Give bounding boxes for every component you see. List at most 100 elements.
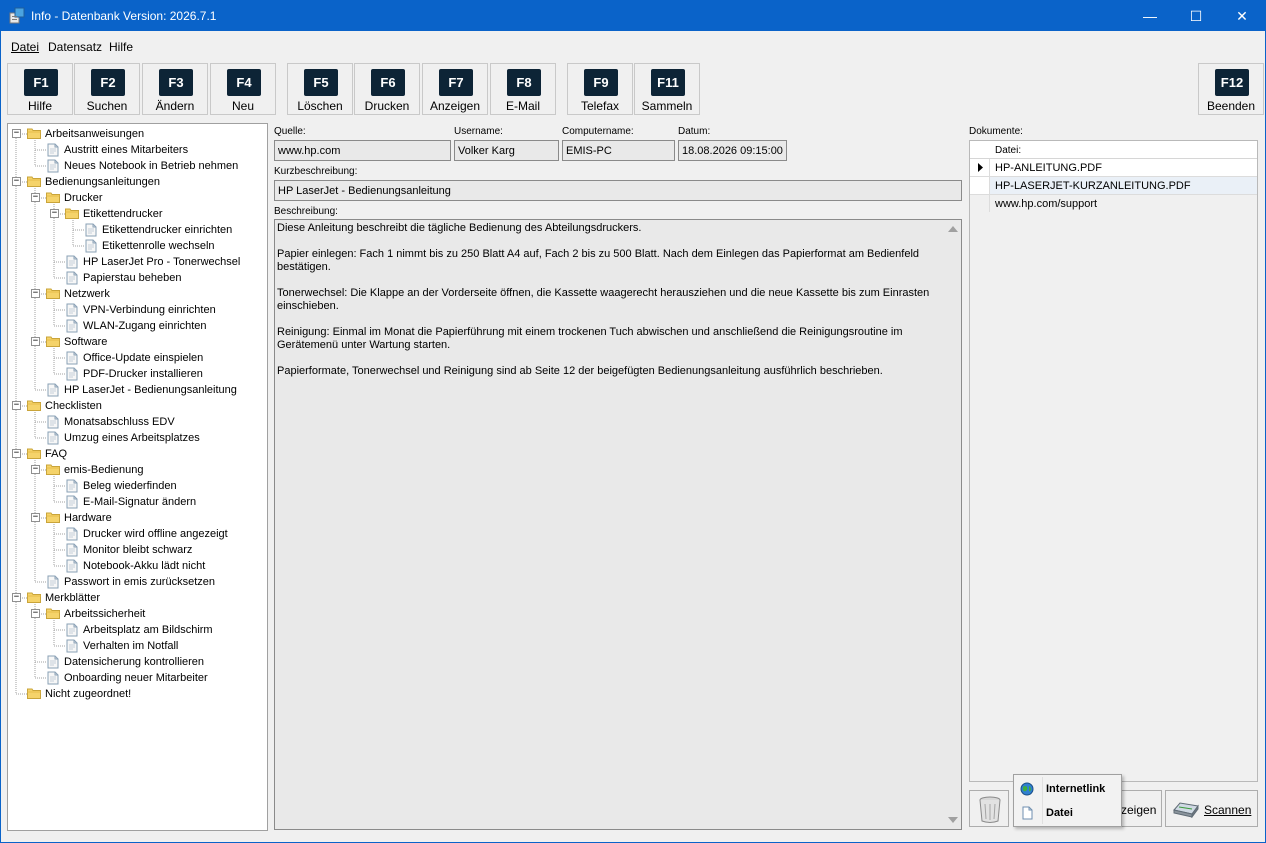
tree-document-node[interactable]: Arbeitsplatz am Bildschirm — [8, 622, 267, 638]
menu-datensatz[interactable]: Datensatz — [48, 40, 102, 54]
tree-folder-node[interactable]: − Bedienungsanleitungen — [8, 174, 267, 190]
document-icon — [66, 367, 78, 381]
tree-folder-node[interactable]: − emis-Bedienung — [8, 462, 267, 478]
tree-folder-node[interactable]: Nicht zugeordnet! — [8, 686, 267, 702]
quelle-field[interactable]: www.hp.com — [274, 140, 451, 161]
tree-folder-node[interactable]: − Arbeitsanweisungen — [8, 126, 267, 142]
tree-folder-node[interactable]: − Checklisten — [8, 398, 267, 414]
category-tree[interactable]: − Arbeitsanweisungen Austritt eines Mitarb… — [7, 123, 268, 831]
tree-folder-node[interactable]: − Etikettendrucker — [8, 206, 267, 222]
tree-folder-node[interactable]: − Software — [8, 334, 267, 350]
f7-anzeigen-button[interactable]: F7 Anzeigen — [422, 63, 488, 115]
folder-icon — [27, 127, 41, 139]
menu-hilfe[interactable]: Hilfe — [109, 40, 133, 54]
computername-field[interactable]: EMIS-PC — [562, 140, 675, 161]
f2-suchen-button[interactable]: F2 Suchen — [74, 63, 140, 115]
beschreibung-scrollbar[interactable] — [944, 220, 961, 829]
tree-document-node[interactable]: Neues Notebook in Betrieb nehmen — [8, 158, 267, 174]
document-file: www.hp.com/support — [995, 198, 1098, 210]
collapse-toggle-icon[interactable]: − — [50, 209, 59, 218]
scroll-up-icon[interactable] — [948, 226, 958, 232]
tree-document-node[interactable]: Beleg wiederfinden — [8, 478, 267, 494]
tree-folder-node[interactable]: − Drucker — [8, 190, 267, 206]
tree-document-node[interactable]: WLAN-Zugang einrichten — [8, 318, 267, 334]
popup-item-label: Datei — [1046, 807, 1073, 819]
globe-icon — [1020, 782, 1034, 796]
tree-document-node[interactable]: Etikettenrolle wechseln — [8, 238, 267, 254]
close-button[interactable]: ✕ — [1219, 1, 1265, 31]
tree-document-node[interactable]: Office-Update einspielen — [8, 350, 267, 366]
document-row[interactable]: www.hp.com/support — [970, 195, 1257, 213]
tree-document-node[interactable]: Monitor bleibt schwarz — [8, 542, 267, 558]
tree-document-node[interactable]: HP LaserJet - Bedienungsanleitung — [8, 382, 267, 398]
popup-item-datei[interactable]: Datei — [1014, 801, 1121, 825]
collapse-toggle-icon[interactable]: − — [12, 593, 21, 602]
datum-field[interactable]: 18.08.2026 09:15:00 — [678, 140, 787, 161]
tree-node-label: Neues Notebook in Betrieb nehmen — [64, 160, 239, 172]
tree-document-node[interactable]: Monatsabschluss EDV — [8, 414, 267, 430]
tree-document-node[interactable]: Umzug eines Arbeitsplatzes — [8, 430, 267, 446]
f12-beenden-button[interactable]: F12 Beenden — [1198, 63, 1264, 115]
collapse-toggle-icon[interactable]: − — [31, 337, 40, 346]
tree-document-node[interactable]: Drucker wird offline angezeigt — [8, 526, 267, 542]
f3-aendern-button[interactable]: F3 Ändern — [142, 63, 208, 115]
delete-document-button[interactable] — [969, 790, 1009, 827]
document-row[interactable]: HP-ANLEITUNG.PDF — [970, 159, 1257, 177]
f6-key-icon: F6 — [371, 69, 405, 96]
collapse-toggle-icon[interactable]: − — [12, 401, 21, 410]
tree-document-node[interactable]: HP LaserJet Pro - Tonerwechsel — [8, 254, 267, 270]
tree-document-node[interactable]: Austritt eines Mitarbeiters — [8, 142, 267, 158]
tree-document-node[interactable]: PDF-Drucker installieren — [8, 366, 267, 382]
beschreibung-textarea[interactable]: Diese Anleitung beschreibt die tägliche … — [274, 219, 962, 830]
anzeigen-button-label: zeigen — [1121, 803, 1157, 817]
tree-document-node[interactable]: VPN-Verbindung einrichten — [8, 302, 267, 318]
tree-document-node[interactable]: E-Mail-Signatur ändern — [8, 494, 267, 510]
f8-email-button[interactable]: F8 E-Mail — [490, 63, 556, 115]
tree-document-node[interactable]: Verhalten im Notfall — [8, 638, 267, 654]
tree-document-node[interactable]: Datensicherung kontrollieren — [8, 654, 267, 670]
document-row[interactable]: HP-LASERJET-KURZANLEITUNG.PDF — [970, 177, 1257, 195]
collapse-toggle-icon[interactable]: − — [31, 289, 40, 298]
tree-document-node[interactable]: Papierstau beheben — [8, 270, 267, 286]
tree-document-node[interactable]: Etikettendrucker einrichten — [8, 222, 267, 238]
tree-folder-node[interactable]: − Netzwerk — [8, 286, 267, 302]
collapse-toggle-icon[interactable]: − — [12, 449, 21, 458]
f5-loeschen-button[interactable]: F5 Löschen — [287, 63, 353, 115]
collapse-toggle-icon[interactable]: − — [12, 177, 21, 186]
f9-telefax-button[interactable]: F9 Telefax — [567, 63, 633, 115]
collapse-toggle-icon[interactable]: − — [31, 513, 40, 522]
tree-folder-node[interactable]: − Arbeitssicherheit — [8, 606, 267, 622]
row-selector — [970, 159, 990, 176]
tree-folder-node[interactable]: − FAQ — [8, 446, 267, 462]
documents-grid-header: Datei: — [970, 141, 1257, 159]
tree-document-node[interactable]: Passwort in emis zurücksetzen — [8, 574, 267, 590]
maximize-button[interactable]: ☐ — [1173, 1, 1219, 31]
collapse-toggle-icon[interactable]: − — [31, 465, 40, 474]
row-selector — [970, 177, 990, 194]
f11-sammeln-button[interactable]: F11 Sammeln — [634, 63, 700, 115]
kurzbeschreibung-field[interactable]: HP LaserJet - Bedienungsanleitung — [274, 180, 962, 201]
f6-label: Drucken — [364, 99, 410, 113]
documents-grid[interactable]: Datei: HP-ANLEITUNG.PDF HP-LASERJET-KURZ… — [969, 140, 1258, 782]
tree-folder-node[interactable]: − Hardware — [8, 510, 267, 526]
collapse-toggle-icon[interactable]: − — [12, 129, 21, 138]
collapse-toggle-icon[interactable]: − — [31, 193, 40, 202]
username-field[interactable]: Volker Karg — [454, 140, 559, 161]
tree-document-node[interactable]: Notebook-Akku lädt nicht — [8, 558, 267, 574]
f4-neu-button[interactable]: F4 Neu — [210, 63, 276, 115]
collapse-toggle-icon[interactable]: − — [31, 609, 40, 618]
tree-document-node[interactable]: Onboarding neuer Mitarbeiter — [8, 670, 267, 686]
popup-item-label: Internetlink — [1046, 783, 1106, 795]
tree-node-label: Austritt eines Mitarbeiters — [64, 144, 189, 156]
f1-hilfe-button[interactable]: F1 Hilfe — [7, 63, 73, 115]
username-label: Username: — [454, 126, 503, 137]
menu-bar: Datei Datensatz Hilfe — [1, 31, 1265, 59]
menu-datei[interactable]: Datei — [11, 40, 39, 54]
scannen-button[interactable]: Scannen — [1165, 790, 1258, 827]
scroll-down-icon[interactable] — [948, 817, 958, 823]
popup-item-internetlink[interactable]: Internetlink — [1014, 777, 1121, 801]
f6-drucken-button[interactable]: F6 Drucken — [354, 63, 420, 115]
tree-folder-node[interactable]: − Merkblätter — [8, 590, 267, 606]
document-icon — [66, 319, 78, 333]
minimize-button[interactable]: — — [1127, 1, 1173, 31]
